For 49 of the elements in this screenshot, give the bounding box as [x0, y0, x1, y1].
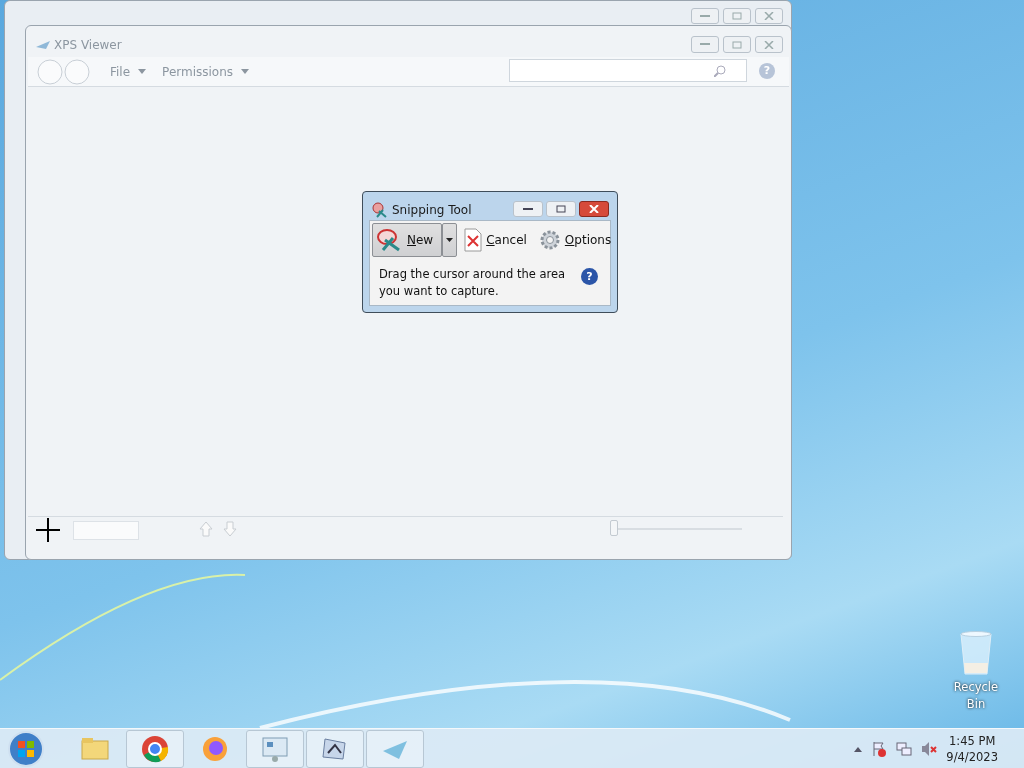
- caret-icon: [241, 69, 250, 74]
- flag-error-icon[interactable]: [871, 740, 888, 757]
- maximize-button[interactable]: [723, 36, 751, 53]
- dropdown-button[interactable]: [442, 223, 458, 257]
- caret-icon: [138, 69, 147, 74]
- forward-button[interactable]: [64, 57, 92, 86]
- close-icon: [764, 12, 774, 20]
- trash-bin-icon: [959, 631, 993, 675]
- xps-icon: [36, 40, 50, 50]
- start-button[interactable]: [6, 728, 46, 768]
- maximize-icon: [556, 205, 566, 213]
- maximize-icon: [732, 40, 742, 49]
- down-arrow-icon[interactable]: [223, 521, 237, 537]
- scissors-icon: [372, 202, 388, 218]
- maximize-button[interactable]: [723, 8, 751, 24]
- back-button[interactable]: [36, 57, 64, 86]
- up-arrow-icon[interactable]: [199, 521, 213, 537]
- window-title: Snipping Tool: [392, 202, 472, 219]
- toolbar-button[interactable]: Cancel: [459, 225, 532, 255]
- crosshair-cursor-icon: [36, 518, 60, 542]
- close-icon: [764, 40, 774, 49]
- taskbar-button[interactable]: [306, 729, 364, 768]
- caret-icon: [446, 238, 454, 242]
- minimize-icon: [700, 14, 710, 18]
- search-icon: [714, 65, 726, 77]
- minimize-icon: [523, 207, 533, 211]
- minimize-button[interactable]: [513, 201, 543, 217]
- page-number-field[interactable]: [73, 521, 139, 540]
- search-field[interactable]: [509, 59, 747, 82]
- taskbar-button[interactable]: [126, 729, 184, 768]
- toolbar-button[interactable]: Options: [533, 226, 617, 254]
- icon-label: Recycle Bin: [952, 679, 1000, 714]
- instruction-text: Drag the cursor around the area you want to capture.: [379, 266, 567, 300]
- clock[interactable]: 1:45 PM 9/4/2023: [946, 732, 998, 765]
- taskbar-button[interactable]: [366, 729, 424, 768]
- minimize-icon: [700, 43, 710, 46]
- network-icon[interactable]: [896, 740, 913, 757]
- help-button[interactable]: ?: [581, 268, 598, 285]
- zoom-slider[interactable]: [610, 520, 618, 536]
- close-icon: [589, 205, 599, 213]
- show-hidden-icons-icon[interactable]: [854, 745, 863, 752]
- gear-icon: [538, 229, 561, 251]
- close-button[interactable]: [579, 201, 609, 217]
- window-title: XPS Viewer: [54, 37, 122, 54]
- maximize-icon: [732, 12, 742, 20]
- document-x-icon: [464, 228, 483, 252]
- toolbar-button[interactable]: New: [372, 223, 443, 257]
- speaker-muted-icon[interactable]: [921, 740, 938, 757]
- taskbar-button[interactable]: [246, 729, 304, 768]
